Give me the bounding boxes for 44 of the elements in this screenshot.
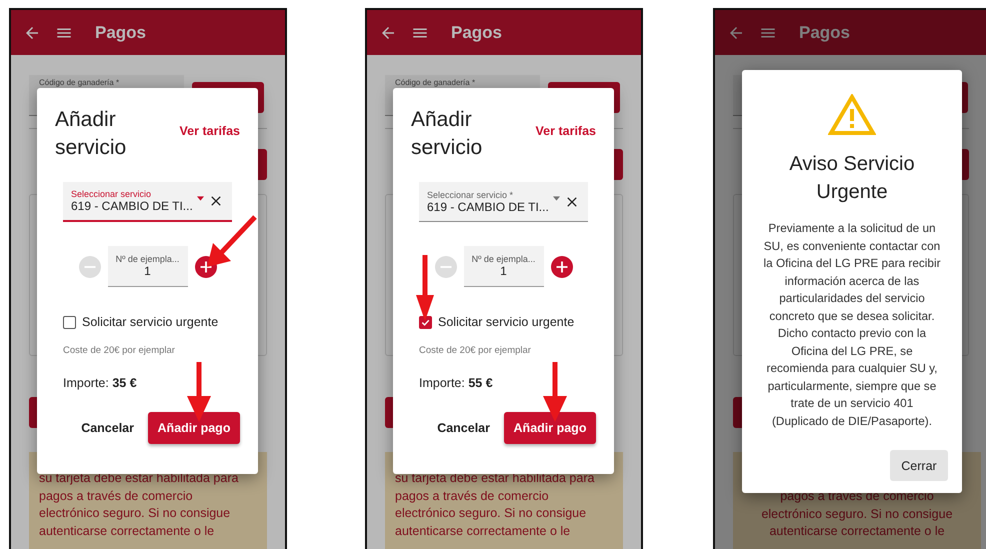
warning-text: autenticarse correctamente o le (395, 522, 572, 540)
warning-text: pagos a través de comercio (39, 488, 194, 505)
warning-text: autenticarse correctamente o le (769, 523, 945, 540)
increase-button[interactable] (550, 256, 572, 278)
close-button[interactable]: Cerrar (890, 450, 948, 481)
app-title: Pagos (799, 22, 850, 42)
warning-text: autenticarse correctamente o le (39, 522, 216, 540)
amount-text: Importe: 55 € (419, 376, 494, 390)
checkbox[interactable] (419, 316, 432, 328)
dialog-title: Añadir servicio (55, 107, 128, 161)
annotation-arrow (187, 362, 211, 424)
dialog-title: Aviso Servicio Urgente (788, 152, 916, 205)
warning-text: electrónico seguro. Si no consigue (761, 506, 953, 523)
service-select[interactable]: Seleccionar servicio 619 - CAMBIO DE TI... (63, 182, 232, 222)
caret-icon[interactable] (197, 196, 204, 200)
warning-text: electrónico seguro. Si no consigue (39, 505, 232, 522)
dialog-title: Añadir servicio (411, 107, 484, 161)
cost-hint: Coste de 20€ por ejemplar (419, 345, 532, 356)
add-payment-button[interactable]: Añadir pago (504, 412, 596, 444)
rates-link[interactable]: Ver tarifas (536, 124, 596, 138)
add-payment-button[interactable]: Añadir pago (148, 412, 240, 444)
warning-text: electrónico seguro. Si no consigue (395, 505, 588, 522)
checkbox-label[interactable]: Solicitar servicio urgente (438, 315, 574, 329)
cancel-button[interactable]: Cancelar (81, 421, 134, 435)
cancel-button[interactable]: Cancelar (437, 421, 490, 435)
quantity-field[interactable]: Nº de ejempla... 1 (108, 246, 188, 287)
rates-link[interactable]: Ver tarifas (180, 124, 240, 138)
quantity-field[interactable]: Nº de ejempla... 1 (464, 246, 544, 287)
app-title: Pagos (95, 22, 146, 42)
cost-hint: Coste de 20€ por ejemplar (63, 345, 176, 356)
warning-text: su tarjeta debe estar habilitada para (395, 470, 596, 487)
checkbox[interactable] (63, 316, 76, 328)
annotation-arrow (543, 362, 567, 424)
warning-text: pagos a través de comercio (395, 488, 550, 505)
warning-text: pagos a través de comercio (780, 488, 934, 505)
service-select[interactable]: Seleccionar servicio * 619 - CAMBIO DE TI... (419, 182, 588, 222)
warning-icon (828, 94, 876, 136)
amount-text: Importe: 35 € (63, 376, 138, 390)
app-title: Pagos (451, 22, 502, 42)
caret-icon[interactable] (553, 196, 560, 201)
warning-text: su tarjeta debe estar habilitada para (39, 470, 240, 487)
checkbox-label[interactable]: Solicitar servicio urgente (82, 315, 218, 329)
dialog-message: Previamente a la solicitud de un SU, es conveniente contactar con la Oficina del LG PRE para recibir información acerca de las particularidades del servicio concreto que se desea solicitar. Dicho contacto previo con la Oficina del LG PRE, se recomienda para cualquier SU y, particularmente, siempre que se trate de un servicio 401 (Duplicado de DIE/Pasaporte). (762, 220, 942, 430)
annotation-arrow (415, 255, 435, 323)
